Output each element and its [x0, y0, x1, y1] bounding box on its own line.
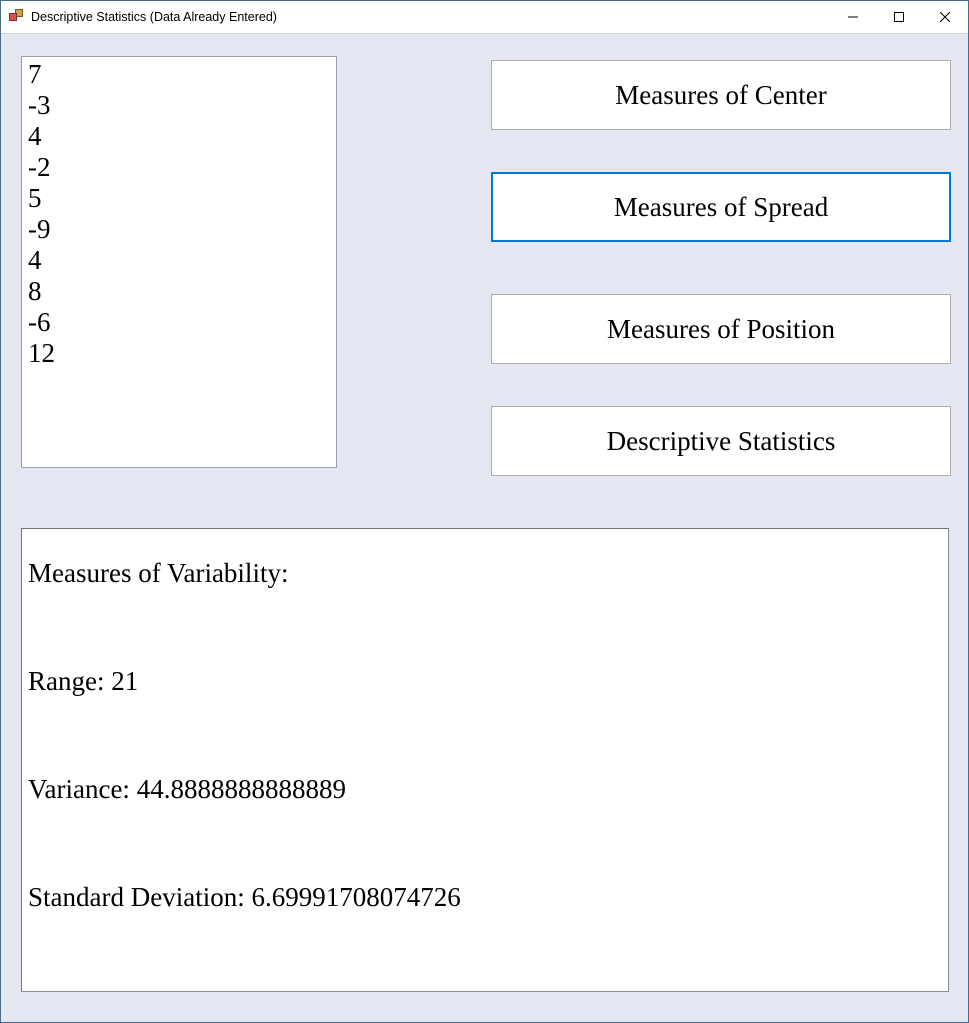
titlebar[interactable]: Descriptive Statistics (Data Already Ent… — [1, 1, 968, 33]
list-item[interactable]: 4 — [28, 121, 330, 152]
output-stddev: Standard Deviation: 6.69991708074726 — [28, 884, 942, 911]
measures-of-center-button[interactable]: Measures of Center — [491, 60, 951, 130]
maximize-icon — [894, 12, 904, 22]
list-item[interactable]: 12 — [28, 338, 330, 369]
button-label: Descriptive Statistics — [607, 426, 836, 457]
list-item[interactable]: -9 — [28, 214, 330, 245]
list-item[interactable]: 8 — [28, 276, 330, 307]
button-label: Measures of Position — [607, 314, 835, 345]
close-button[interactable] — [922, 1, 968, 33]
maximize-button[interactable] — [876, 1, 922, 33]
window-title: Descriptive Statistics (Data Already Ent… — [31, 10, 277, 24]
list-item[interactable]: -3 — [28, 90, 330, 121]
measures-of-spread-button[interactable]: Measures of Spread — [491, 172, 951, 242]
close-icon — [940, 12, 950, 22]
list-item[interactable]: 4 — [28, 245, 330, 276]
output-variance: Variance: 44.8888888888889 — [28, 776, 942, 803]
minimize-icon — [848, 12, 858, 22]
output-range: Range: 21 — [28, 668, 942, 695]
descriptive-statistics-button[interactable]: Descriptive Statistics — [491, 406, 951, 476]
measures-of-position-button[interactable]: Measures of Position — [491, 294, 951, 364]
app-window: Descriptive Statistics (Data Already Ent… — [0, 0, 969, 1023]
client-area: 7 -3 4 -2 5 -9 4 8 -6 12 Measures of Cen… — [1, 33, 968, 1022]
data-listbox[interactable]: 7 -3 4 -2 5 -9 4 8 -6 12 — [21, 56, 337, 468]
button-label: Measures of Spread — [614, 192, 828, 223]
minimize-button[interactable] — [830, 1, 876, 33]
list-item[interactable]: 7 — [28, 59, 330, 90]
output-textbox[interactable]: Measures of Variability: Range: 21 Varia… — [21, 528, 949, 992]
button-label: Measures of Center — [615, 80, 826, 111]
output-heading: Measures of Variability: — [28, 560, 942, 587]
list-item[interactable]: 5 — [28, 183, 330, 214]
app-icon — [9, 9, 25, 25]
list-item[interactable]: -6 — [28, 307, 330, 338]
list-item[interactable]: -2 — [28, 152, 330, 183]
